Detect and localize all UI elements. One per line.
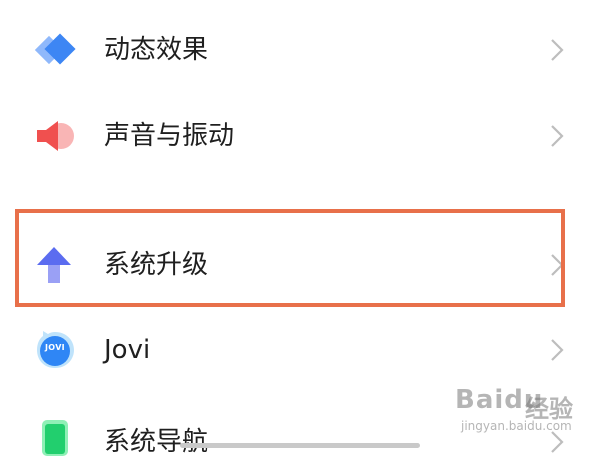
chevron-right-icon	[550, 38, 564, 62]
green-square-icon	[34, 418, 78, 458]
settings-item-dynamic-effects[interactable]: 动态效果	[0, 20, 600, 80]
settings-list: 动态效果 声音与振动 系统升级 JOVI Jovi 系统导航 Baidu 经验 …	[0, 0, 600, 457]
settings-item-label: 动态效果	[104, 35, 209, 65]
baidu-jingyan-watermark: Baidu 经验 jingyan.baidu.com	[455, 385, 595, 445]
diamond-layers-icon	[34, 30, 78, 70]
jovi-icon-text: JOVI	[45, 343, 65, 352]
chevron-right-icon	[550, 338, 564, 362]
settings-item-jovi[interactable]: JOVI Jovi	[0, 320, 600, 380]
settings-item-label: Jovi	[104, 335, 151, 365]
settings-item-sound-vibration[interactable]: 声音与振动	[0, 106, 600, 166]
watermark-url: jingyan.baidu.com	[461, 419, 572, 433]
chevron-right-icon	[550, 124, 564, 148]
jovi-bubble-icon: JOVI	[34, 330, 78, 370]
home-indicator-bar[interactable]	[180, 443, 420, 448]
highlight-annotation-box	[15, 209, 565, 307]
settings-item-label: 声音与振动	[104, 121, 235, 151]
settings-item-label: 系统导航	[104, 427, 209, 457]
speaker-icon	[34, 116, 78, 156]
